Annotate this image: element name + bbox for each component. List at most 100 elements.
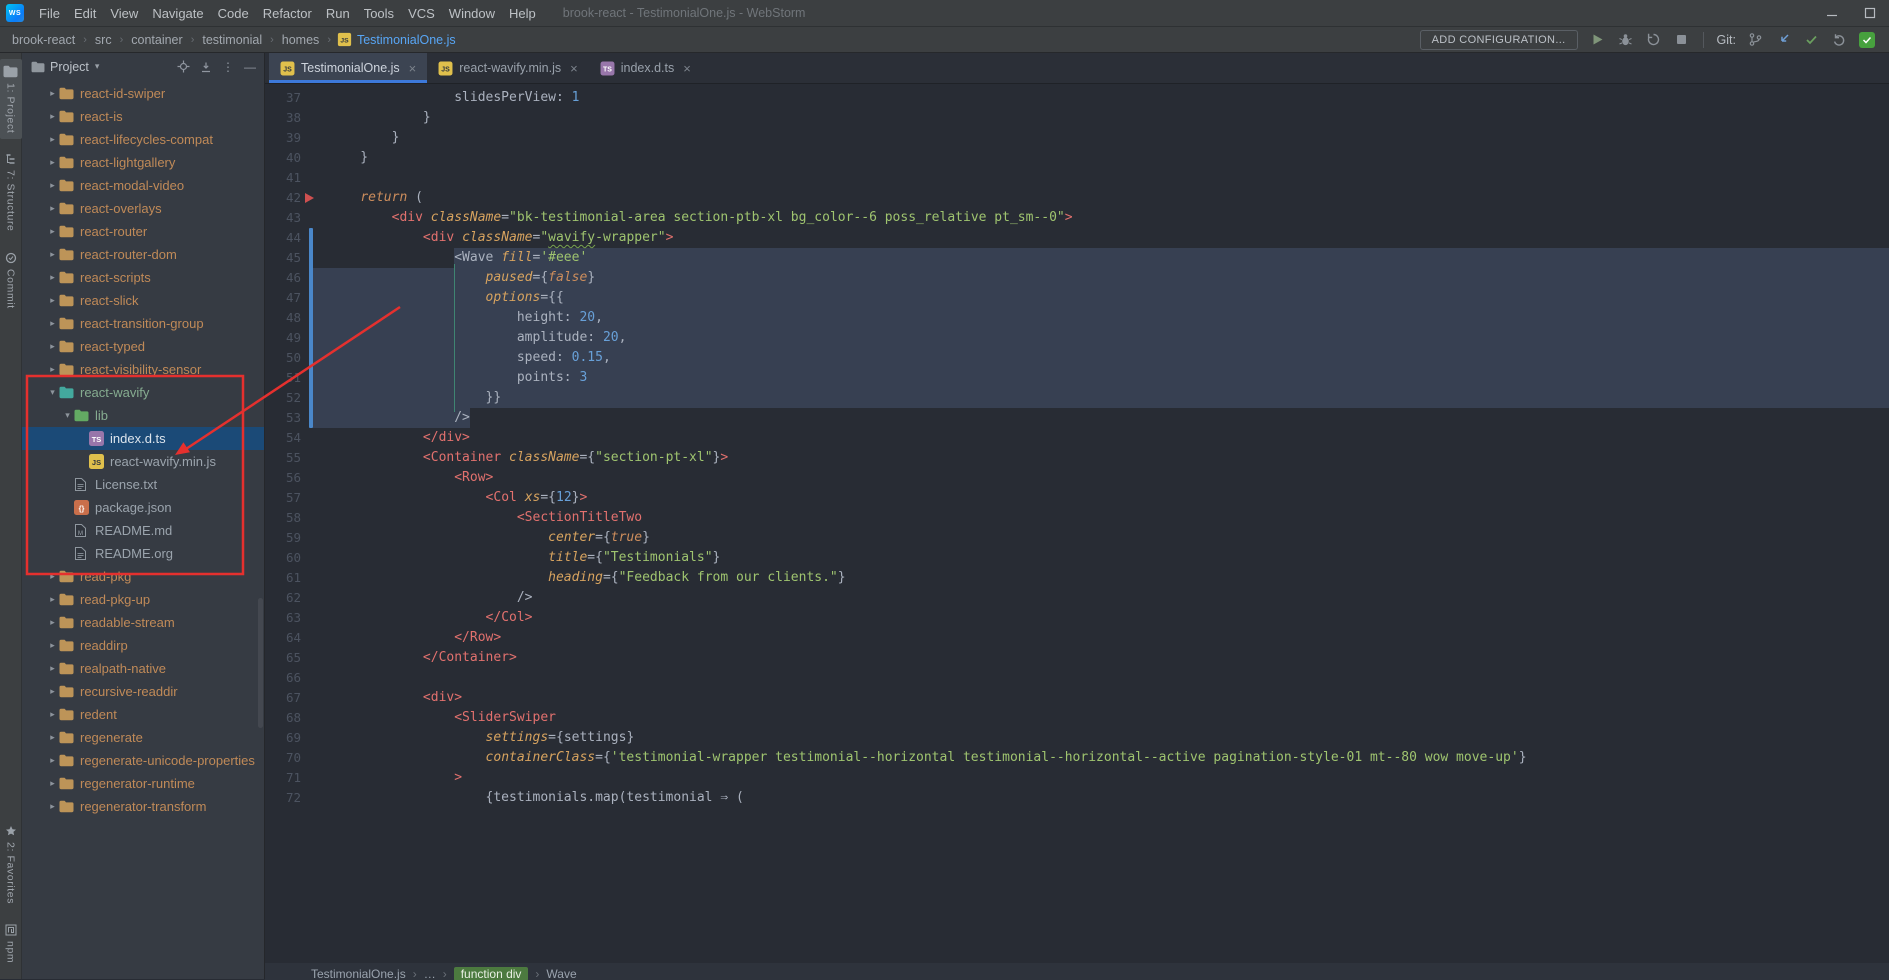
- line-number[interactable]: 70: [265, 748, 301, 768]
- tree-item-regenerator-runtime[interactable]: ▸ regenerator-runtime: [22, 772, 264, 795]
- code-line[interactable]: </div>: [329, 428, 1889, 448]
- chevron-collapsed-icon[interactable]: ▸: [46, 594, 59, 605]
- tree-item-readdirp[interactable]: ▸ readdirp: [22, 634, 264, 657]
- code-line[interactable]: settings={settings}: [329, 728, 1889, 748]
- chevron-collapsed-icon[interactable]: ▸: [46, 709, 59, 720]
- code-line[interactable]: <Col xs={12}>: [329, 488, 1889, 508]
- chevron-expanded-icon[interactable]: ▾: [61, 410, 74, 421]
- chevron-collapsed-icon[interactable]: ▸: [46, 801, 59, 812]
- breadcrumb-current-file[interactable]: JS TestimonialOne.js: [337, 32, 456, 47]
- run-with-coverage-icon[interactable]: [1645, 31, 1662, 48]
- rollback-icon[interactable]: [1831, 31, 1848, 48]
- code-line[interactable]: >: [329, 768, 1889, 788]
- code-line[interactable]: <div className="bk-testimonial-area sect…: [329, 208, 1889, 228]
- code-line[interactable]: return (: [329, 188, 1889, 208]
- line-number[interactable]: 55: [265, 448, 301, 468]
- line-number[interactable]: 71: [265, 768, 301, 788]
- tree-item-react-wavify-min-js[interactable]: JS react-wavify.min.js: [22, 450, 264, 473]
- tree-item-react-scripts[interactable]: ▸ react-scripts: [22, 266, 264, 289]
- code-line[interactable]: containerClass={'testimonial-wrapper tes…: [329, 748, 1889, 768]
- chevron-collapsed-icon[interactable]: ▸: [46, 295, 59, 306]
- line-number[interactable]: 69: [265, 728, 301, 748]
- minimize-button[interactable]: [1813, 0, 1851, 27]
- chevron-expanded-icon[interactable]: ▾: [46, 387, 59, 398]
- tab-react-wavify-min-js[interactable]: JS react-wavify.min.js ×: [427, 53, 588, 83]
- code-line[interactable]: <Row>: [329, 468, 1889, 488]
- line-number[interactable]: 61: [265, 568, 301, 588]
- add-configuration-button[interactable]: ADD CONFIGURATION...: [1419, 29, 1578, 50]
- line-number[interactable]: 47: [265, 288, 301, 308]
- tab-testimonialone-js[interactable]: JS TestimonialOne.js ×: [269, 53, 428, 83]
- locate-file-icon[interactable]: [177, 60, 190, 73]
- menu-help[interactable]: Help: [502, 3, 543, 24]
- code-line[interactable]: [329, 168, 1889, 188]
- editor-breadcrumb-item[interactable]: …: [424, 967, 436, 980]
- tool-button-npm[interactable]: npm: [0, 918, 22, 969]
- line-number[interactable]: 62: [265, 588, 301, 608]
- tree-item-recursive-readdir[interactable]: ▸ recursive-readdir: [22, 680, 264, 703]
- chevron-collapsed-icon[interactable]: ▸: [46, 180, 59, 191]
- line-number[interactable]: 52: [265, 388, 301, 408]
- menu-window[interactable]: Window: [442, 3, 502, 24]
- tree-item-react-lightgallery[interactable]: ▸ react-lightgallery: [22, 151, 264, 174]
- line-number[interactable]: 66: [265, 668, 301, 688]
- code-line[interactable]: <div className="wavify-wrapper">: [329, 228, 1889, 248]
- maximize-button[interactable]: [1851, 0, 1889, 27]
- line-number[interactable]: 40: [265, 148, 301, 168]
- breadcrumb-item-testimonial[interactable]: testimonial: [200, 32, 264, 48]
- chevron-collapsed-icon[interactable]: ▸: [46, 778, 59, 789]
- editor-breadcrumb-item[interactable]: function div: [453, 967, 529, 980]
- collapse-all-icon[interactable]: [200, 61, 212, 73]
- stop-icon[interactable]: [1673, 31, 1690, 48]
- line-number[interactable]: 67: [265, 688, 301, 708]
- tree-item-regenerate-unicode-properties[interactable]: ▸ regenerate-unicode-properties: [22, 749, 264, 772]
- tree-item-react-id-swiper[interactable]: ▸ react-id-swiper: [22, 82, 264, 105]
- tree-item-regenerator-transform[interactable]: ▸ regenerator-transform: [22, 795, 264, 818]
- tree-item-react-modal-video[interactable]: ▸ react-modal-video: [22, 174, 264, 197]
- chevron-collapsed-icon[interactable]: ▸: [46, 157, 59, 168]
- chevron-collapsed-icon[interactable]: ▸: [46, 318, 59, 329]
- line-number[interactable]: 50: [265, 348, 301, 368]
- project-panel-title[interactable]: Project: [50, 60, 89, 74]
- code-line[interactable]: amplitude: 20,: [313, 328, 1889, 348]
- code-line[interactable]: heading={"Feedback from our clients."}: [329, 568, 1889, 588]
- chevron-collapsed-icon[interactable]: ▸: [46, 249, 59, 260]
- chevron-collapsed-icon[interactable]: ▸: [46, 341, 59, 352]
- chevron-collapsed-icon[interactable]: ▸: [46, 663, 59, 674]
- tree-item-read-pkg[interactable]: ▸ read-pkg: [22, 565, 264, 588]
- tree-item-license-txt[interactable]: License.txt: [22, 473, 264, 496]
- code-line[interactable]: <Container className={"section-pt-xl"}>: [329, 448, 1889, 468]
- tree-item-readable-stream[interactable]: ▸ readable-stream: [22, 611, 264, 634]
- code-line[interactable]: <Wave fill='#eee': [329, 248, 1889, 268]
- menu-view[interactable]: View: [103, 3, 145, 24]
- line-number[interactable]: 39: [265, 128, 301, 148]
- tool-button-7-structure[interactable]: 7: Structure: [0, 147, 22, 237]
- ide-notification-icon[interactable]: [1859, 31, 1875, 48]
- commit-icon[interactable]: [1803, 31, 1820, 48]
- chevron-collapsed-icon[interactable]: ▸: [46, 88, 59, 99]
- line-number[interactable]: 64: [265, 628, 301, 648]
- code-line[interactable]: slidesPerView: 1: [329, 88, 1889, 108]
- chevron-collapsed-icon[interactable]: ▸: [46, 686, 59, 697]
- code-line[interactable]: }}: [313, 388, 1889, 408]
- tree-item-react-router[interactable]: ▸ react-router: [22, 220, 264, 243]
- code-content[interactable]: slidesPerView: 1 } } } return ( <div cla…: [313, 84, 1889, 979]
- code-line[interactable]: }: [329, 128, 1889, 148]
- line-number[interactable]: 58: [265, 508, 301, 528]
- run-icon[interactable]: [1589, 31, 1606, 48]
- code-line[interactable]: points: 3: [313, 368, 1889, 388]
- menu-refactor[interactable]: Refactor: [256, 3, 319, 24]
- code-line[interactable]: }: [329, 108, 1889, 128]
- chevron-collapsed-icon[interactable]: ▸: [46, 571, 59, 582]
- line-number[interactable]: 56: [265, 468, 301, 488]
- editor-breadcrumb-item[interactable]: TestimonialOne.js: [311, 967, 406, 980]
- code-line[interactable]: <SectionTitleTwo: [329, 508, 1889, 528]
- tab-index-d-ts[interactable]: TS index.d.ts ×: [589, 53, 702, 83]
- line-number[interactable]: 38: [265, 108, 301, 128]
- line-number[interactable]: 37: [265, 88, 301, 108]
- tree-item-package-json[interactable]: {} package.json: [22, 496, 264, 519]
- chevron-collapsed-icon[interactable]: ▸: [46, 364, 59, 375]
- tree-item-regenerate[interactable]: ▸ regenerate: [22, 726, 264, 749]
- line-number[interactable]: 72: [265, 788, 301, 808]
- line-number[interactable]: 63: [265, 608, 301, 628]
